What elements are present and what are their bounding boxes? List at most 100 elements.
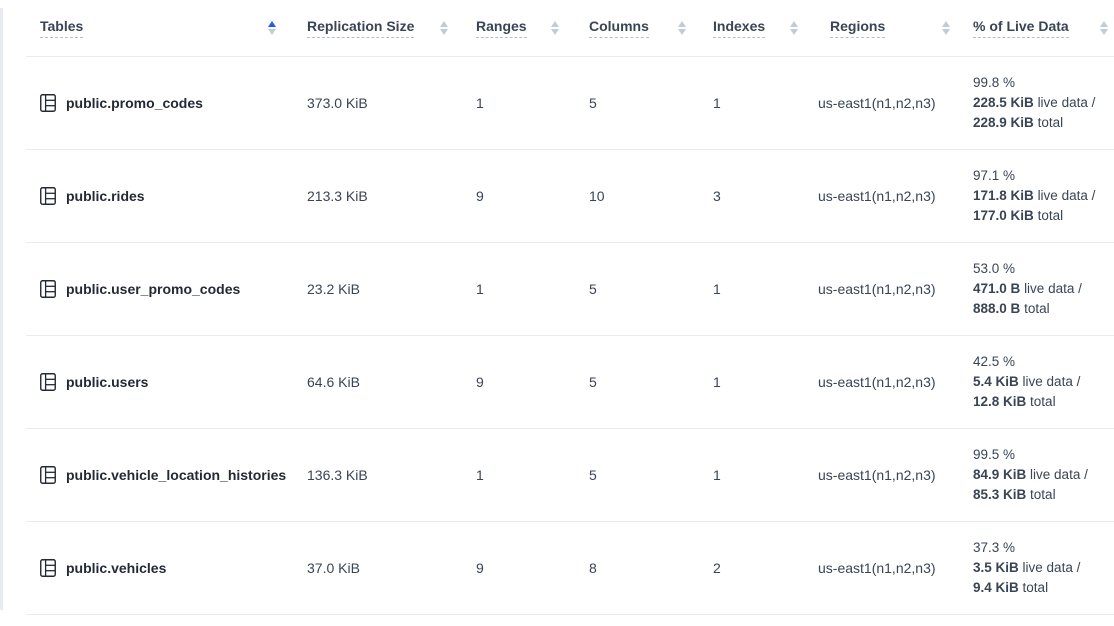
indexes-cell: 3 (701, 188, 818, 204)
column-header-live-data[interactable]: % of Live Data (961, 18, 1114, 38)
table-body: public.promo_codes 373.0 KiB 1 5 1 us-ea… (26, 57, 1114, 615)
sort-icon[interactable] (268, 21, 276, 36)
live-data-cell: 99.5 % 84.9 KiB live data / 85.3 KiB tot… (961, 445, 1114, 505)
live-percent: 97.1 % (973, 166, 1114, 186)
column-header-replication-size[interactable]: Replication Size (295, 18, 463, 38)
live-size-line: 84.9 KiB live data / (973, 465, 1114, 485)
table-name-cell: public.rides (26, 187, 295, 205)
table-name-link[interactable]: public.vehicles (66, 560, 166, 576)
table-row[interactable]: public.promo_codes 373.0 KiB 1 5 1 us-ea… (26, 57, 1114, 150)
live-size-line: 3.5 KiB live data / (973, 558, 1114, 578)
caret-down-icon (440, 29, 448, 35)
column-header-label[interactable]: Tables (40, 18, 83, 38)
sort-icon[interactable] (678, 21, 686, 36)
ranges-cell: 1 (463, 467, 577, 483)
sort-icon[interactable] (551, 21, 559, 36)
table-row[interactable]: public.rides 213.3 KiB 9 10 3 us-east1(n… (26, 150, 1114, 243)
total-size-line: 12.8 KiB total (973, 392, 1114, 412)
total-size-line: 9.4 KiB total (973, 578, 1114, 598)
indexes-cell: 1 (701, 374, 818, 390)
table-name-cell: public.user_promo_codes (26, 280, 295, 298)
column-header-indexes[interactable]: Indexes (701, 18, 818, 38)
tables-list: Tables Replication Size Ranges Columns I… (26, 0, 1114, 615)
table-name-cell: public.users (26, 373, 295, 391)
caret-down-icon (1100, 29, 1108, 35)
replication-size-cell: 64.6 KiB (295, 374, 463, 390)
caret-up-icon (678, 21, 686, 27)
live-data-cell: 37.3 % 3.5 KiB live data / 9.4 KiB total (961, 538, 1114, 598)
columns-cell: 5 (577, 281, 701, 297)
caret-up-icon (790, 21, 798, 27)
table-name-link[interactable]: public.user_promo_codes (66, 281, 240, 297)
ranges-cell: 1 (463, 95, 577, 111)
regions-cell: us-east1(n1,n2,n3) (818, 560, 961, 576)
column-header-label[interactable]: Indexes (713, 18, 765, 38)
live-percent: 53.0 % (973, 259, 1114, 279)
live-percent: 37.3 % (973, 538, 1114, 558)
caret-up-icon (1100, 21, 1108, 27)
columns-cell: 8 (577, 560, 701, 576)
table-name-link[interactable]: public.promo_codes (66, 95, 203, 111)
table-name-link[interactable]: public.vehicle_location_histories (66, 467, 286, 483)
indexes-cell: 2 (701, 560, 818, 576)
column-header-label[interactable]: Replication Size (307, 18, 414, 38)
table-header-row: Tables Replication Size Ranges Columns I… (26, 0, 1114, 57)
replication-size-cell: 37.0 KiB (295, 560, 463, 576)
column-header-regions[interactable]: Regions (818, 18, 961, 38)
column-header-label[interactable]: Ranges (476, 18, 527, 38)
total-size-line: 177.0 KiB total (973, 206, 1114, 226)
ranges-cell: 1 (463, 281, 577, 297)
table-row[interactable]: public.users 64.6 KiB 9 5 1 us-east1(n1,… (26, 336, 1114, 429)
live-data-cell: 53.0 % 471.0 B live data / 888.0 B total (961, 259, 1114, 319)
columns-cell: 5 (577, 95, 701, 111)
caret-down-icon (268, 29, 276, 35)
table-icon (40, 559, 56, 577)
sort-icon[interactable] (790, 21, 798, 36)
table-name-link[interactable]: public.users (66, 374, 148, 390)
total-size-line: 888.0 B total (973, 299, 1114, 319)
total-size-line: 228.9 KiB total (973, 113, 1114, 133)
caret-down-icon (790, 29, 798, 35)
live-size-line: 228.5 KiB live data / (973, 93, 1114, 113)
indexes-cell: 1 (701, 95, 818, 111)
table-name-cell: public.vehicles (26, 559, 295, 577)
caret-up-icon (551, 21, 559, 27)
table-icon (40, 373, 56, 391)
table-row[interactable]: public.user_promo_codes 23.2 KiB 1 5 1 u… (26, 243, 1114, 336)
replication-size-cell: 213.3 KiB (295, 188, 463, 204)
regions-cell: us-east1(n1,n2,n3) (818, 467, 961, 483)
table-name-cell: public.promo_codes (26, 94, 295, 112)
regions-cell: us-east1(n1,n2,n3) (818, 281, 961, 297)
replication-size-cell: 136.3 KiB (295, 467, 463, 483)
caret-up-icon (440, 21, 448, 27)
caret-down-icon (678, 29, 686, 35)
live-size-line: 471.0 B live data / (973, 279, 1114, 299)
table-icon (40, 466, 56, 484)
table-row[interactable]: public.vehicles 37.0 KiB 9 8 2 us-east1(… (26, 522, 1114, 615)
column-header-label[interactable]: % of Live Data (973, 18, 1069, 38)
indexes-cell: 1 (701, 467, 818, 483)
column-header-label[interactable]: Regions (830, 18, 885, 38)
table-row[interactable]: public.vehicle_location_histories 136.3 … (26, 429, 1114, 522)
caret-down-icon (942, 29, 950, 35)
sort-icon[interactable] (440, 21, 448, 36)
columns-cell: 5 (577, 374, 701, 390)
table-name-link[interactable]: public.rides (66, 188, 145, 204)
live-data-cell: 99.8 % 228.5 KiB live data / 228.9 KiB t… (961, 73, 1114, 133)
sort-icon[interactable] (942, 21, 950, 36)
column-header-ranges[interactable]: Ranges (463, 18, 577, 38)
column-header-tables[interactable]: Tables (26, 18, 295, 38)
ranges-cell: 9 (463, 560, 577, 576)
table-icon (40, 94, 56, 112)
sort-icon[interactable] (1100, 21, 1108, 36)
column-header-columns[interactable]: Columns (577, 18, 701, 38)
replication-size-cell: 373.0 KiB (295, 95, 463, 111)
indexes-cell: 1 (701, 281, 818, 297)
live-percent: 42.5 % (973, 352, 1114, 372)
live-size-line: 171.8 KiB live data / (973, 186, 1114, 206)
table-icon (40, 280, 56, 298)
column-header-label[interactable]: Columns (589, 18, 649, 38)
regions-cell: us-east1(n1,n2,n3) (818, 95, 961, 111)
total-size-line: 85.3 KiB total (973, 485, 1114, 505)
caret-up-icon (942, 21, 950, 27)
